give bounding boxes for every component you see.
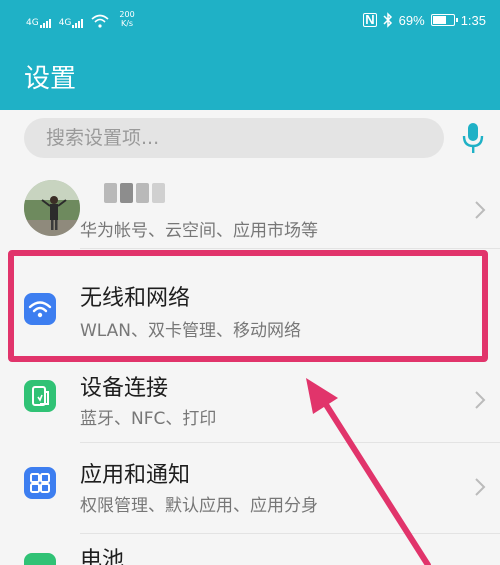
app-header: 设置 [0,42,500,110]
signal-strength-sim2: 4G [59,18,84,28]
chevron-right-icon [475,478,486,496]
divider [80,248,500,249]
device-connect-icon [24,380,56,412]
clock: 1:35 [460,12,486,28]
settings-item-battery[interactable]: 电池 [0,534,500,565]
bluetooth-icon [383,12,392,28]
battery-icon [24,553,56,565]
search-input[interactable]: 搜索设置项... [24,118,444,158]
settings-item-title: 设备连接 [80,376,169,401]
nfc-icon: N [363,12,377,27]
apps-icon [24,467,56,499]
microphone-icon[interactable] [462,122,484,154]
account-subtitle: 华为帐号、云空间、应用市场等 [80,221,318,241]
settings-item-apps-notifications[interactable]: 应用和通知 权限管理、默认应用、应用分身 [0,443,500,533]
avatar[interactable] [24,180,80,236]
chevron-right-icon [475,201,486,219]
settings-item-title: 应用和通知 [80,463,191,488]
settings-item-subtitle: 蓝牙、NFC、打印 [80,409,217,429]
chevron-right-icon [475,391,486,409]
page-title: 设置 [24,64,77,94]
settings-item-subtitle: 权限管理、默认应用、应用分身 [80,496,318,516]
settings-item-device-connection[interactable]: 设备连接 蓝牙、NFC、打印 [0,362,500,442]
network-speed: 200 K/s [119,10,135,28]
battery-percent: 69% [398,12,425,28]
highlight-box [8,250,488,362]
status-bar: 4G 4G 200 K/s N 69% 1:35 [0,0,500,42]
wifi-status-icon [91,14,109,28]
settings-item-title: 电池 [80,548,125,565]
signal-strength-sim1: 4G [26,18,51,28]
battery-status-icon [430,14,458,26]
account-name-blurred [104,183,165,203]
